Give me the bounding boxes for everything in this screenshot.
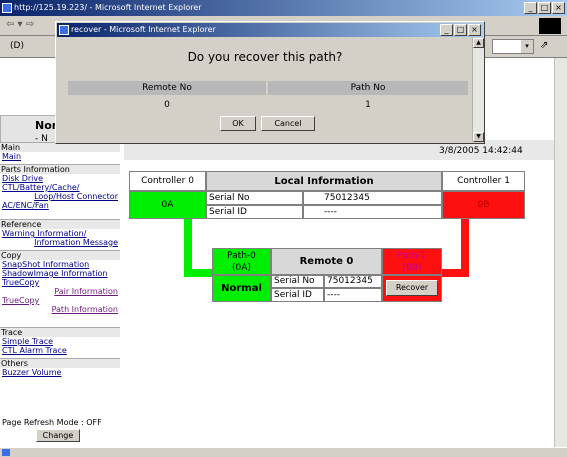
ie-icon xyxy=(2,3,12,13)
dialog-scrollbar[interactable]: ▲ ▼ xyxy=(472,38,484,142)
remote-serial-id-value: ---- xyxy=(324,288,382,302)
remote-header: Remote 0 xyxy=(271,248,382,275)
section-trace: Trace Simple Trace CTL Alarm Trace xyxy=(0,327,120,355)
link-disk-drive[interactable]: Disk Drive xyxy=(0,174,120,183)
path-0-status: Normal xyxy=(212,275,271,302)
link-truecopy-pair[interactable]: TrueCopy xyxy=(0,278,120,287)
path-0-port: (0A) xyxy=(232,263,251,273)
minimize-button[interactable]: _ xyxy=(524,2,537,14)
section-title-others: Others xyxy=(0,358,120,368)
close-button[interactable]: × xyxy=(552,2,565,14)
section-title-parts: Parts Information xyxy=(0,164,120,174)
port-0a: 0A xyxy=(129,191,206,219)
controller-1-label: Controller 1 xyxy=(442,171,525,191)
browser-title: http://125.19.223/ - Microsoft Internet … xyxy=(14,3,202,12)
dialog-maximize-button[interactable]: □ xyxy=(454,24,467,36)
remote-serial-no-label: Serial No xyxy=(271,275,324,288)
recover-dialog: recover - Microsoft Internet Explorer _ … xyxy=(55,21,485,144)
refresh-mode-label: Page Refresh Mode : OFF xyxy=(2,418,102,427)
scroll-up-icon[interactable]: ▲ xyxy=(473,38,484,48)
dialog-close-button[interactable]: × xyxy=(468,24,481,36)
section-title-copy: Copy xyxy=(0,250,120,260)
ok-button[interactable]: OK xyxy=(220,116,256,131)
recover-button[interactable]: Recover xyxy=(386,280,438,296)
link-shadowimage[interactable]: ShadowImage Information xyxy=(0,269,120,278)
dialog-minimize-button[interactable]: _ xyxy=(440,24,453,36)
path-0-wire-horizontal xyxy=(184,269,212,277)
section-main: Main Main xyxy=(0,142,120,161)
chevron-down-icon[interactable]: ▾ xyxy=(521,40,533,53)
dialog-title: recover - Microsoft Internet Explorer xyxy=(71,25,216,34)
sidebar: Norn - N Main Main Parts Information Dis… xyxy=(0,115,120,448)
datetime: 3/8/2005 14:42:44 xyxy=(439,146,523,156)
link-warning-info[interactable]: Warning Information/ xyxy=(0,229,120,238)
path-1-wire-horizontal xyxy=(442,269,469,277)
link-buzzer-volume[interactable]: Buzzer Volume xyxy=(0,368,120,377)
link-ctl-battery[interactable]: CTL/Battery/Cache/ xyxy=(0,183,120,192)
col-header-remote-no: Remote No xyxy=(68,81,266,95)
dialog-question: Do you recover this path? xyxy=(187,50,343,64)
section-title-reference: Reference xyxy=(0,219,120,229)
link-info-message[interactable]: Information Message xyxy=(0,238,120,247)
go-icon[interactable]: ⇗ xyxy=(540,40,548,51)
status-bar xyxy=(0,447,567,457)
dialog-body: Do you recover this path? Remote No Path… xyxy=(58,38,472,142)
controller-0-label: Controller 0 xyxy=(129,171,206,191)
section-parts: Parts Information Disk Drive CTL/Battery… xyxy=(0,164,120,210)
serial-no-label: Serial No xyxy=(206,191,303,205)
local-info-header: Local Information xyxy=(206,171,442,191)
link-pair-info[interactable]: Pair Information xyxy=(0,287,120,296)
cancel-button[interactable]: Cancel xyxy=(261,116,315,131)
link-ctl-alarm-trace[interactable]: CTL Alarm Trace xyxy=(0,346,120,355)
path-1-port: (0B) xyxy=(402,263,422,273)
serial-no-value: 75012345 xyxy=(303,191,442,205)
ie-icon xyxy=(59,25,69,35)
remote-serial-id-label: Serial ID xyxy=(271,288,324,302)
col-header-path-no: Path No xyxy=(268,81,468,95)
section-others: Others Buzzer Volume xyxy=(0,358,120,377)
address-input[interactable]: ▾ xyxy=(492,39,534,54)
section-copy: Copy SnapShot Information ShadowImage In… xyxy=(0,250,120,314)
link-truecopy-path[interactable]: TrueCopy xyxy=(0,296,120,305)
link-loop-host[interactable]: Loop/Host Connector xyxy=(0,192,120,201)
serial-id-value: ---- xyxy=(303,205,442,219)
page-scrollbar[interactable] xyxy=(554,58,567,448)
browser-titlebar: http://125.19.223/ - Microsoft Internet … xyxy=(0,0,567,16)
path-0-header: Path-0 (0A) xyxy=(212,248,271,275)
windows-logo-icon xyxy=(539,18,561,34)
path-1-header: Path-1 (0B) xyxy=(382,248,442,275)
cell-path-no: 1 xyxy=(365,100,371,110)
cell-remote-no: 0 xyxy=(164,100,170,110)
change-button[interactable]: Change xyxy=(36,429,80,442)
page-icon xyxy=(2,449,10,456)
back-forward-icon[interactable]: ⇦ ▾ ⇨ xyxy=(6,19,34,30)
scroll-down-icon[interactable]: ▼ xyxy=(473,132,484,142)
maximize-button[interactable]: □ xyxy=(538,2,551,14)
serial-id-label: Serial ID xyxy=(206,205,303,219)
path-0-name: Path-0 xyxy=(227,251,256,261)
remote-serial-no-value: 75012345 xyxy=(324,275,382,288)
section-reference: Reference Warning Information/ Informati… xyxy=(0,219,120,247)
path-1-name: Path-1 xyxy=(397,251,427,261)
link-snapshot[interactable]: SnapShot Information xyxy=(0,260,120,269)
link-main[interactable]: Main xyxy=(0,152,120,161)
link-simple-trace[interactable]: Simple Trace xyxy=(0,337,120,346)
dialog-titlebar: recover - Microsoft Internet Explorer _ … xyxy=(57,23,483,37)
port-0b: 0B xyxy=(442,191,525,219)
link-ac-enc-fan[interactable]: AC/ENC/Fan xyxy=(0,201,120,210)
address-label: (D) xyxy=(10,41,24,51)
link-path-info[interactable]: Path Information xyxy=(0,305,120,314)
section-title-trace: Trace xyxy=(0,327,120,337)
